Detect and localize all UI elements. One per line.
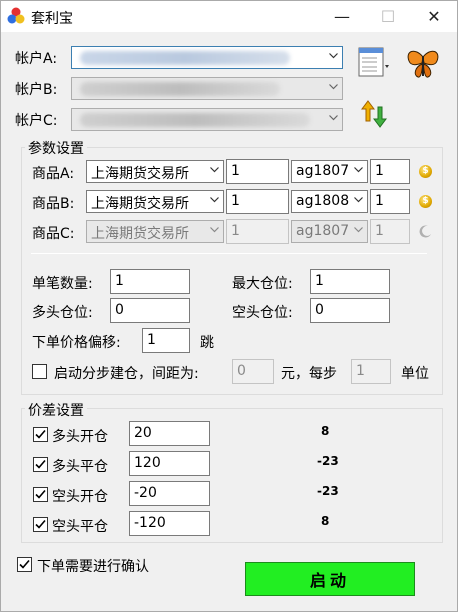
moon-icon[interactable] (419, 225, 432, 238)
start-button[interactable]: 启动 (245, 562, 415, 596)
short-open-checkbox[interactable] (33, 487, 48, 502)
max-pos-input[interactable]: 1 (310, 269, 390, 294)
account-b-label: 帐户B: (15, 82, 58, 98)
step-unit-yuan: 元，每步 (281, 366, 337, 382)
product-b-contract-select[interactable]: ag1808 (291, 190, 368, 213)
params-divider (31, 253, 427, 254)
short-pos-label: 空头仓位: (232, 305, 293, 321)
account-a-label: 帐户A: (15, 51, 58, 67)
short-open-label: 空头开仓 (52, 489, 108, 505)
butterfly-icon[interactable] (405, 47, 441, 81)
long-close-label: 多头平仓 (52, 459, 108, 475)
long-open-live-value: 8 (321, 424, 330, 438)
product-c-exchange-value: 上海期货交易所 (91, 226, 189, 242)
chevron-down-icon (210, 225, 219, 234)
step-build-checkbox[interactable] (32, 364, 47, 379)
product-a-label: 商品A: (32, 166, 75, 182)
chevron-down-icon (354, 225, 363, 234)
price-offset-input[interactable]: 1 (142, 328, 190, 353)
app-logo-icon (7, 7, 25, 24)
chevron-down-icon (354, 165, 363, 174)
spread-group-title: 价差设置 (25, 400, 87, 420)
product-b-ratio-input[interactable]: 1 (370, 189, 410, 214)
account-a-select[interactable] (71, 46, 343, 69)
checkmark-icon (35, 489, 46, 499)
confirm-order-label: 下单需要进行确认 (37, 559, 149, 575)
coin-icon[interactable]: $ (419, 195, 432, 208)
product-c-exchange-select[interactable]: 上海期货交易所 (86, 220, 224, 243)
close-button[interactable]: ✕ (411, 1, 457, 32)
product-a-exchange-value: 上海期货交易所 (91, 166, 189, 182)
account-a-redacted (80, 51, 290, 65)
account-c-label: 帐户C: (15, 113, 58, 129)
checkmark-icon (19, 559, 30, 569)
product-b-contract-value: ag1808 (296, 193, 350, 209)
chevron-down-icon (329, 113, 338, 122)
account-c-redacted (80, 113, 310, 127)
product-b-qty-input[interactable]: 1 (226, 189, 289, 214)
step-unit-label: 单位 (401, 366, 429, 382)
long-close-live-value: -23 (317, 454, 339, 468)
step-build-label: 启动分步建仓，间距为: (54, 366, 199, 382)
short-close-label: 空头平仓 (52, 519, 108, 535)
price-offset-unit: 跳 (200, 335, 214, 351)
maximize-button[interactable]: ☐ (365, 1, 411, 32)
account-b-redacted (80, 82, 280, 96)
step-size-input[interactable]: 1 (351, 359, 391, 384)
product-a-qty-input[interactable]: 1 (226, 159, 289, 184)
account-b-select[interactable] (71, 77, 343, 100)
coin-icon[interactable]: $ (419, 165, 432, 178)
price-offset-label: 下单价格偏移: (32, 335, 121, 351)
max-pos-label: 最大仓位: (232, 276, 293, 292)
chevron-down-icon (210, 195, 219, 204)
swap-arrows-icon[interactable] (361, 99, 387, 129)
product-b-exchange-value: 上海期货交易所 (91, 196, 189, 212)
short-open-live-value: -23 (317, 484, 339, 498)
main-window: 套利宝 — ☐ ✕ 帐户A: 帐户B: 帐户C: 参数设置 商品A: 上海期货交… (0, 0, 458, 612)
single-qty-input[interactable]: 1 (110, 269, 190, 294)
step-gap-input[interactable]: 0 (232, 359, 274, 384)
window-title: 套利宝 (31, 11, 73, 27)
single-qty-label: 单笔数量: (32, 276, 93, 292)
long-close-checkbox[interactable] (33, 457, 48, 472)
product-a-contract-select[interactable]: ag1807 (291, 160, 368, 183)
short-close-checkbox[interactable] (33, 517, 48, 532)
account-c-select[interactable] (71, 108, 343, 131)
short-open-input[interactable]: -20 (129, 481, 210, 506)
long-close-input[interactable]: 120 (129, 451, 210, 476)
short-close-input[interactable]: -120 (129, 511, 210, 536)
product-c-contract-value: ag1807 (296, 223, 350, 239)
product-a-contract-value: ag1807 (296, 163, 350, 179)
checkmark-icon (35, 519, 46, 529)
product-a-exchange-select[interactable]: 上海期货交易所 (86, 160, 224, 183)
chevron-down-icon (354, 195, 363, 204)
product-b-label: 商品B: (32, 196, 75, 212)
chevron-down-icon (329, 82, 338, 91)
params-group-title: 参数设置 (25, 138, 87, 158)
checkmark-icon (35, 429, 46, 439)
product-c-qty-input[interactable]: 1 (226, 219, 289, 244)
title-bar: 套利宝 — ☐ ✕ (1, 1, 457, 32)
short-close-live-value: 8 (321, 514, 330, 528)
product-c-ratio-input[interactable]: 1 (370, 219, 410, 244)
chevron-down-icon (210, 165, 219, 174)
product-c-contract-select[interactable]: ag1807 (291, 220, 368, 243)
long-open-input[interactable]: 20 (129, 421, 210, 446)
product-b-exchange-select[interactable]: 上海期货交易所 (86, 190, 224, 213)
chevron-down-icon (329, 51, 338, 60)
long-pos-input[interactable]: 0 (110, 298, 190, 323)
product-c-label: 商品C: (32, 226, 75, 242)
long-open-label: 多头开仓 (52, 429, 108, 445)
confirm-order-checkbox[interactable] (17, 557, 32, 572)
short-pos-input[interactable]: 0 (310, 298, 390, 323)
checkmark-icon (35, 459, 46, 469)
product-a-ratio-input[interactable]: 1 (370, 159, 410, 184)
minimize-button[interactable]: — (319, 1, 365, 32)
menu-dialog-icon[interactable] (357, 46, 391, 78)
long-open-checkbox[interactable] (33, 427, 48, 442)
long-pos-label: 多头仓位: (32, 305, 93, 321)
